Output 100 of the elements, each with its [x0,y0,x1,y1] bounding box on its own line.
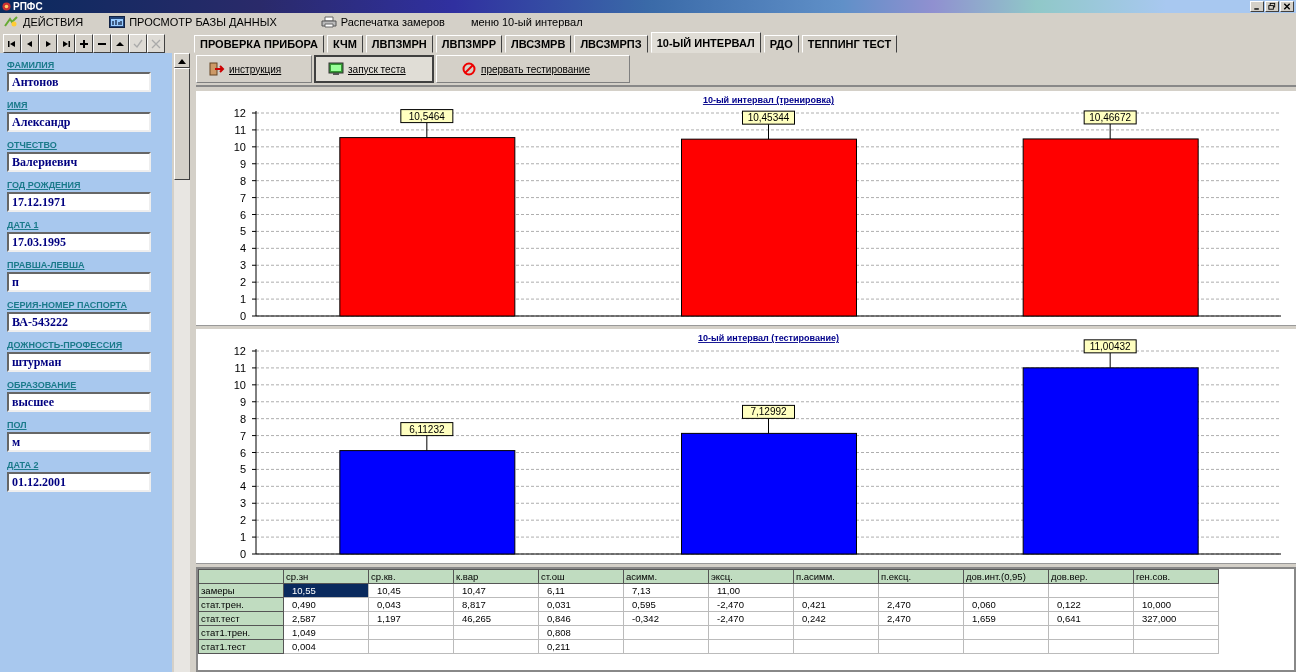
app-logo [2,2,11,11]
remove-record-button[interactable] [93,34,111,53]
scrollbar[interactable] [174,53,190,672]
restore-button[interactable] [1265,1,1279,12]
scroll-thumb[interactable] [174,68,190,180]
input-field[interactable]: п [7,272,151,292]
table-cell: 10,47 [453,583,539,598]
input-field[interactable]: ВА-543222 [7,312,151,332]
table-cell: 6,11 [538,583,624,598]
input-field[interactable]: штурман [7,352,151,372]
table-cell: 0,004 [283,639,369,654]
tab[interactable]: ЛВПЗМРН [365,35,433,53]
table-cell: 1,049 [283,625,369,640]
column-header: ст.ош [538,569,624,584]
tab[interactable]: ЛВСЗМРПЗ [574,35,648,53]
axis-tick-label: 12 [233,345,246,357]
field-label: ИМЯ [7,99,29,112]
menu-item[interactable]: ПРОСМОТР БАЗЫ ДАННЫХ [109,16,277,28]
field-label: ГОД РОЖДЕНИЯ [7,179,82,192]
close-button[interactable] [1280,1,1294,12]
axis-tick-label: 7 [239,191,246,204]
toolbar-button[interactable]: запуск теста [314,55,434,83]
table-cell: 7,13 [623,583,709,598]
axis-tick-label: 4 [239,242,246,255]
input-field[interactable]: высшее [7,392,151,412]
axis-tick-label: 5 [239,463,246,476]
confirm-icon [132,37,144,50]
table-cell: 11,00 [708,583,794,598]
tab[interactable]: ЛВСЗМРВ [505,35,572,53]
axis-tick-label: 2 [239,514,246,527]
table-cell: 10,000 [1133,597,1219,612]
up-record-button[interactable] [111,34,129,53]
axis-tick-label: 11 [234,123,246,136]
table-cell: 327,000 [1133,611,1219,626]
prev-record-button[interactable] [21,34,39,53]
table-cell: -2,470 [708,611,794,626]
table-cell: 2,470 [878,611,964,626]
data-label: 10,5464 [400,109,454,124]
column-header: п.ексц. [878,569,964,584]
table-cell: 8,817 [453,597,539,612]
last-record-button[interactable] [57,34,75,53]
toolbar-button[interactable]: инструкция [196,55,312,83]
bar-chart-icon [109,16,126,28]
restore-icon [1266,2,1278,11]
close-icon [1281,2,1293,11]
menu-item[interactable]: ДЕЙСТВИЯ [3,16,84,28]
menu-item[interactable]: меню 10-ый интервал [470,16,583,28]
next-record-button[interactable] [39,34,57,53]
input-field[interactable]: Александр [7,112,151,132]
axis-tick-label: 2 [239,276,246,289]
axis-tick-label: 5 [239,225,246,238]
column-header: ср.зн [283,569,369,584]
table-cell: -0,342 [623,611,709,626]
axis-tick-label: 8 [239,412,246,425]
table-cell: 0,043 [368,597,454,612]
axis-tick-label: 12 [233,107,246,119]
cancel-icon [150,37,162,50]
input-field[interactable]: м [7,432,151,452]
data-label: 6,11232 [400,422,454,437]
input-field[interactable]: 17.03.1995 [7,232,151,252]
leader-line [426,122,428,139]
input-field[interactable]: 17.12.1971 [7,192,151,212]
input-field[interactable]: Валериевич [7,152,151,172]
input-field[interactable]: Антонов [7,72,151,92]
axis-tick-label: 3 [239,497,246,510]
tab[interactable]: ПРОВЕРКА ПРИБОРА [194,35,324,53]
tab[interactable]: КЧМ [326,35,363,53]
axis-tick-label: 1 [239,531,246,544]
printer-icon [320,16,337,28]
toolbar-button[interactable]: прервать тестирование [436,55,630,83]
data-label: 10,46672 [1083,110,1137,125]
prohibited-icon [461,62,477,76]
axis-tick-label: 6 [239,446,246,459]
axis-tick-label: 10 [233,378,246,391]
table-cell: 2,470 [878,597,964,612]
add-record-button[interactable] [75,34,93,53]
tab[interactable]: РДО [763,35,799,53]
column-header: асимм. [623,569,709,584]
table-cell: 1,197 [368,611,454,626]
field-label: ПОЛ [7,419,28,432]
column-header: п.асимм. [793,569,879,584]
leader-line [768,123,769,140]
menu-item[interactable]: Распечатка замеров [320,16,445,28]
leader-line [768,417,769,434]
tab[interactable]: ЛВПЗМРР [435,35,502,53]
leader-line [1109,123,1111,140]
field-label: ОБРАЗОВАНИЕ [7,379,78,392]
up-arrow-icon [178,57,186,64]
column-header: дов.инт.(0,95) [963,569,1049,584]
tab[interactable]: 10-ЫЙ ИНТЕРВАЛ [650,32,761,53]
field-label: СЕРИЯ-НОМЕР ПАСПОРТА [7,299,128,312]
field-label: ПРАВША-ЛЕВША [7,259,86,272]
first-record-button[interactable] [3,34,21,53]
minimize-button[interactable] [1250,1,1264,12]
column-header: к.вар [453,569,539,584]
table-cell: 10,45 [368,583,454,598]
window-title: РПФС [13,1,43,12]
tab[interactable]: ТЕППИНГ ТЕСТ [801,35,898,53]
axis-tick-label: 1 [239,293,246,306]
input-field[interactable]: 01.12.2001 [7,472,151,492]
